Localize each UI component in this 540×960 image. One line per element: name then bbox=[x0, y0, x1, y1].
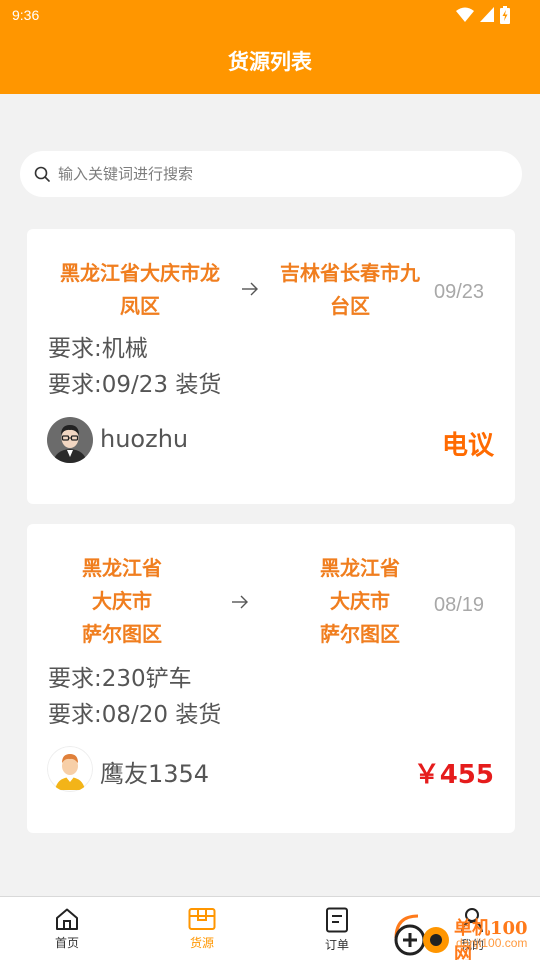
requirement-goods: 要求:机械 bbox=[48, 336, 148, 362]
destination-place: 黑龙江省 大庆市 萨尔图区 bbox=[281, 552, 439, 651]
wifi-icon bbox=[456, 7, 474, 22]
destination-line: 黑龙江省 bbox=[320, 556, 400, 580]
origin-line: 黑龙江省大庆市龙 bbox=[60, 261, 220, 285]
origin-line: 黑龙江省 bbox=[82, 556, 162, 580]
page-title: 货源列表 bbox=[228, 50, 312, 74]
price: 电议 bbox=[441, 431, 494, 461]
box-icon bbox=[188, 908, 216, 930]
user-name: 鹰友1354 bbox=[100, 760, 210, 788]
status-icons bbox=[456, 6, 510, 24]
price: ￥455 bbox=[413, 760, 494, 790]
post-date: 08/19 bbox=[434, 594, 485, 616]
requirement-goods: 要求:230铲车 bbox=[48, 666, 192, 692]
search-icon bbox=[34, 166, 50, 182]
search-input[interactable] bbox=[58, 159, 488, 189]
tab-cargo[interactable]: 货源 bbox=[162, 897, 242, 960]
home-icon bbox=[56, 908, 78, 930]
destination-line: 大庆市 bbox=[330, 589, 390, 613]
app-header: 9:36 货源列表 bbox=[0, 0, 540, 94]
document-icon bbox=[326, 907, 348, 933]
destination-line: 吉林省长春市九 bbox=[280, 261, 420, 285]
requirement-loading: 要求:08/20 装货 bbox=[48, 702, 222, 728]
user-name: huozhu bbox=[100, 425, 189, 453]
destination-line: 台区 bbox=[330, 294, 370, 318]
user-avatar-image bbox=[47, 746, 93, 792]
post-date: 09/23 bbox=[434, 281, 485, 303]
cargo-card[interactable]: 黑龙江省 大庆市 萨尔图区 黑龙江省 大庆市 萨尔图区 08/19 要求:230… bbox=[27, 524, 515, 833]
signal-icon bbox=[480, 7, 494, 22]
battery-icon bbox=[500, 6, 510, 24]
avatar bbox=[47, 417, 93, 463]
requirement-loading: 要求:09/23 装货 bbox=[48, 372, 222, 398]
arrow-right-icon bbox=[232, 595, 248, 609]
destination-place: 吉林省长春市九 台区 bbox=[265, 257, 435, 323]
watermark-logo-icon bbox=[394, 914, 449, 956]
tab-orders[interactable]: 订单 bbox=[297, 897, 377, 960]
cargo-card[interactable]: 黑龙江省大庆市龙 凤区 吉林省长春市九 台区 09/23 要求:机械 要求:09… bbox=[27, 229, 515, 504]
avatar bbox=[47, 746, 93, 792]
arrow-right-icon bbox=[242, 282, 258, 296]
origin-line: 大庆市 bbox=[92, 589, 152, 613]
status-bar: 9:36 bbox=[0, 0, 540, 32]
origin-line: 萨尔图区 bbox=[82, 622, 162, 646]
tab-label: 订单 bbox=[324, 938, 349, 952]
tab-home[interactable]: 首页 bbox=[27, 897, 107, 960]
origin-place: 黑龙江省大庆市龙 凤区 bbox=[43, 257, 237, 323]
destination-line: 萨尔图区 bbox=[320, 622, 400, 646]
origin-place: 黑龙江省 大庆市 萨尔图区 bbox=[43, 552, 201, 651]
search-box[interactable] bbox=[20, 151, 522, 197]
tab-label: 货源 bbox=[189, 936, 214, 950]
user-avatar-image bbox=[47, 417, 93, 463]
status-time: 9:36 bbox=[12, 7, 40, 23]
watermark: 单机100网 danji100.com bbox=[388, 908, 540, 960]
tab-label: 首页 bbox=[54, 936, 79, 950]
watermark-url: danji100.com bbox=[456, 936, 528, 950]
origin-line: 凤区 bbox=[120, 294, 160, 318]
